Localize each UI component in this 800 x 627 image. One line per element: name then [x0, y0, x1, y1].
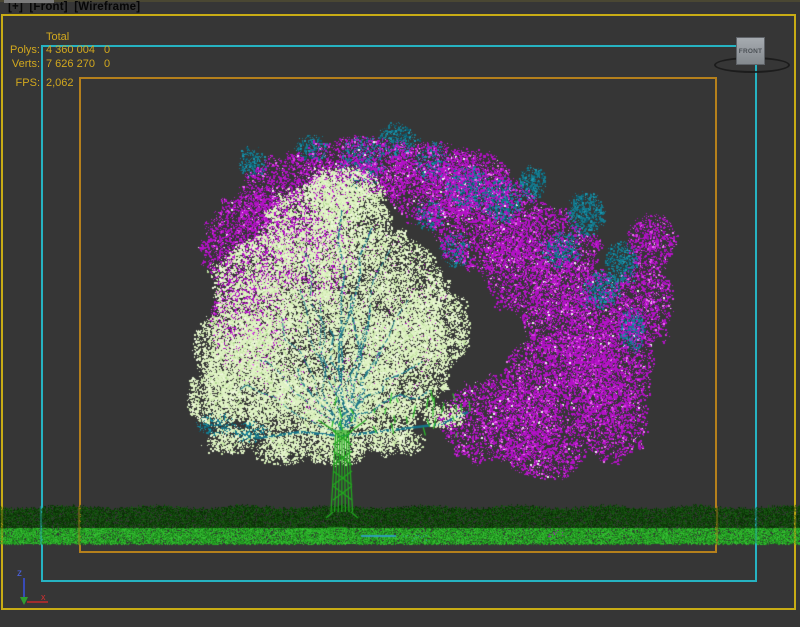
- viewport-scene-canvas[interactable]: [0, 0, 800, 627]
- stats-polys-value: 4 360 004: [46, 44, 95, 56]
- world-axis-gizmo: z x: [2, 550, 60, 610]
- stats-header: Total: [46, 31, 69, 43]
- stats-verts-selected: 0: [104, 58, 110, 70]
- z-axis-label: z: [17, 568, 22, 579]
- stats-verts-value: 7 626 270: [46, 58, 95, 70]
- stats-fps-label: FPS:: [0, 77, 40, 89]
- stats-verts-label: Verts:: [0, 58, 40, 70]
- stats-polys-label: Polys:: [0, 44, 40, 56]
- stats-polys-row: Polys: 4 360 004 0: [0, 44, 110, 56]
- stats-fps-row: FPS: 2,062: [0, 77, 74, 89]
- viewcube-front-face[interactable]: FRONT: [736, 37, 765, 65]
- top-left-ui-fragment: [4, 0, 54, 3]
- viewport-shading-menu[interactable]: [Wireframe]: [74, 1, 140, 13]
- stats-verts-row: Verts: 7 626 270 0: [0, 58, 110, 70]
- y-axis-arrow: [20, 597, 28, 605]
- x-axis-label: x: [41, 592, 46, 602]
- stats-polys-selected: 0: [104, 44, 110, 56]
- stats-fps-value: 2,062: [46, 77, 74, 89]
- viewport-front-wireframe[interactable]: [+] [Front] [Wireframe] Total Polys:4 36…: [0, 0, 800, 627]
